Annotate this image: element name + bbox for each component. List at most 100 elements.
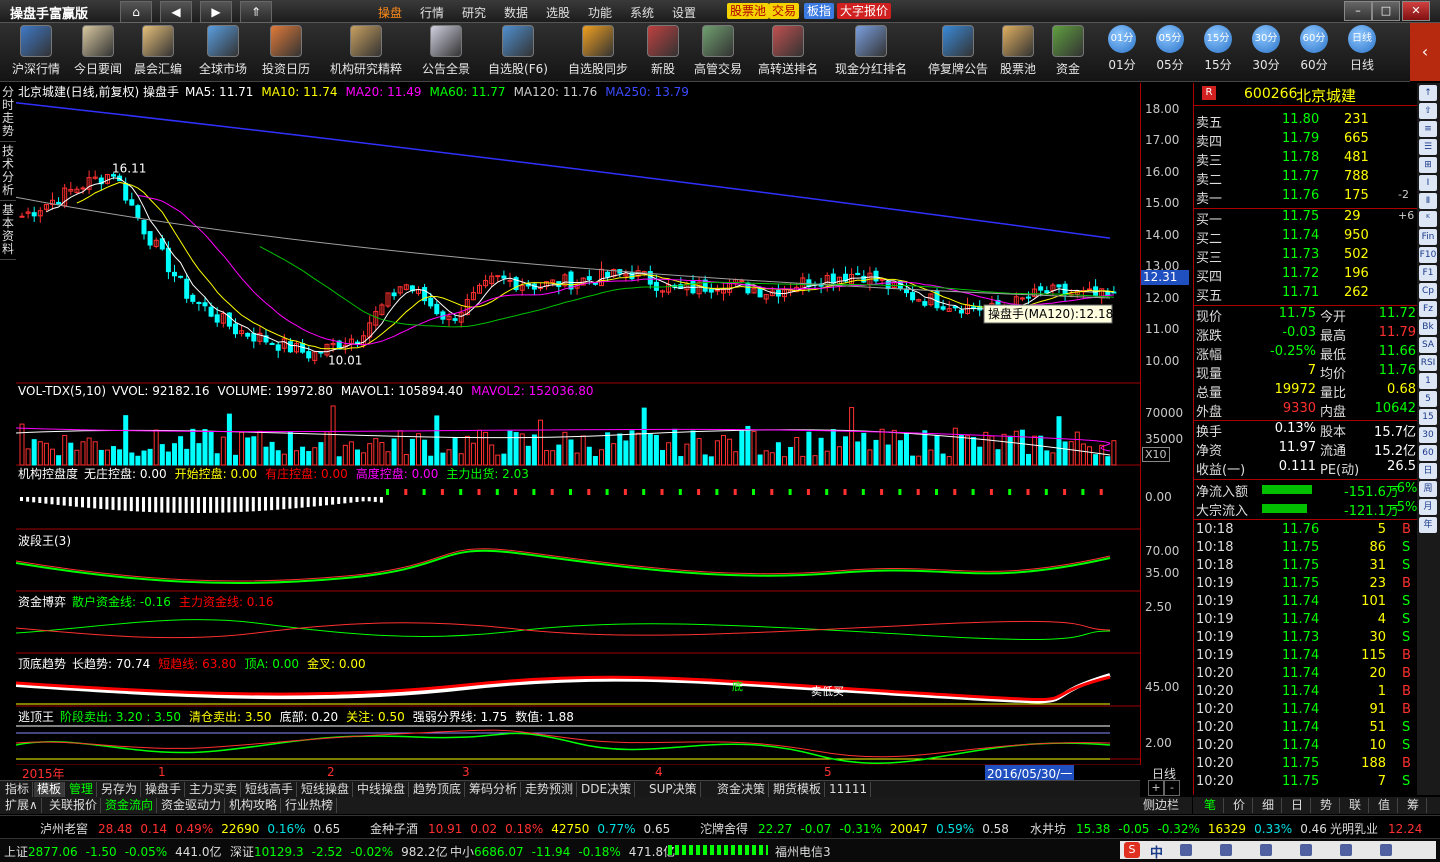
period-button-2[interactable]: 15分 15分 [1198, 25, 1238, 73]
zoom-in-button[interactable]: + [1148, 780, 1164, 796]
person-icon[interactable] [1300, 844, 1312, 856]
template-tab-15[interactable]: 期货模板 [770, 782, 826, 797]
extension-tab-0[interactable]: 扩展∧ [2, 798, 42, 813]
shirt-icon[interactable] [1340, 844, 1352, 856]
toolbar-button-6[interactable]: 公告全景 [416, 25, 476, 77]
strip-button-14[interactable]: SA [1419, 337, 1437, 353]
toolbar-button-0[interactable]: 沪深行情 [8, 25, 64, 77]
grid-icon[interactable] [1380, 844, 1392, 856]
template-tab-13[interactable]: SUP决策 [646, 782, 701, 797]
keyboard-icon[interactable] [1260, 844, 1272, 856]
template-tab-0[interactable]: 指标 [2, 782, 34, 797]
index-status[interactable]: 上证2877.06 -1.50 -0.05% 441.0亿 [4, 843, 222, 860]
strip-button-5[interactable]: Ⅰ [1419, 175, 1437, 191]
template-tab-1[interactable]: 模板 [34, 782, 66, 797]
strip-button-4[interactable]: ⊞ [1419, 157, 1437, 173]
strip-button-3[interactable]: ☰ [1419, 139, 1437, 155]
index-status[interactable]: 中小6686.07 -11.94 -0.18% 471.8亿 [450, 843, 675, 860]
strip-button-0[interactable]: ↑ [1419, 85, 1437, 101]
toolbar-button-4[interactable]: 投资日历 [258, 25, 314, 77]
toolbar-button-13[interactable]: 停复牌公告 [916, 25, 1000, 77]
left-tab-0[interactable]: 分时走势 [0, 83, 16, 142]
template-tab-11[interactable]: 走势预测 [522, 782, 578, 797]
strip-button-10[interactable]: F1 [1419, 265, 1437, 281]
strip-button-12[interactable]: Fz [1419, 301, 1437, 317]
home-button[interactable]: ⌂ [120, 1, 152, 23]
tag-button-1[interactable]: 交易 [769, 3, 800, 19]
period-button-3[interactable]: 30分 30分 [1246, 25, 1286, 73]
zoom-out-button[interactable]: - [1164, 780, 1180, 796]
ime-tray[interactable]: S中 [1120, 841, 1436, 861]
strip-button-21[interactable]: 日 [1419, 463, 1437, 479]
period-button-0[interactable]: 01分 01分 [1102, 25, 1142, 73]
menu-1[interactable]: 行情 [420, 4, 444, 21]
strip-button-23[interactable]: 月 [1419, 499, 1437, 515]
menu-2[interactable]: 研究 [462, 4, 486, 21]
toolbar-scroll-button[interactable]: ‹ [1410, 23, 1440, 81]
toolbar-button-5[interactable]: 机构研究精粹 [322, 25, 410, 77]
extension-tab-5[interactable]: 行业热榜 [282, 798, 338, 813]
toolbar-button-3[interactable]: 全球市场 [195, 25, 251, 77]
extension-tab-1[interactable]: 关联报价 [46, 798, 102, 813]
toolbar-button-10[interactable]: 高管交易 [690, 25, 746, 77]
strip-button-9[interactable]: F10 [1419, 247, 1437, 263]
strip-button-24[interactable]: 年 [1419, 517, 1437, 533]
strip-button-7[interactable]: ᴷ [1419, 211, 1437, 227]
quote-tab-4[interactable]: 势 [1313, 798, 1340, 813]
strip-button-16[interactable]: 1 [1419, 373, 1437, 389]
toolbar-button-7[interactable]: 自选股(F6) [482, 25, 554, 77]
strip-button-18[interactable]: 15 [1419, 409, 1437, 425]
minimize-button[interactable]: – [1344, 1, 1372, 21]
quote-tab-5[interactable]: 联 [1342, 798, 1369, 813]
maximize-button[interactable]: □ [1372, 1, 1400, 21]
strip-button-22[interactable]: 周 [1419, 481, 1437, 497]
strip-button-15[interactable]: RSI [1419, 355, 1437, 371]
template-tab-4[interactable]: 操盘手 [142, 782, 186, 797]
tag-button-3[interactable]: 大字报价 [837, 3, 892, 19]
strip-button-19[interactable]: 30 [1419, 427, 1437, 443]
template-tab-5[interactable]: 主力买卖 [186, 782, 242, 797]
toolbar-button-14[interactable]: 股票池 [992, 25, 1044, 77]
menu-5[interactable]: 功能 [588, 4, 612, 21]
strip-button-6[interactable]: Ⅱ [1419, 193, 1437, 209]
forward-button[interactable]: ▶ [200, 1, 232, 23]
menu-3[interactable]: 数据 [504, 4, 528, 21]
punct-icon[interactable] [1220, 844, 1232, 856]
extension-tab-4[interactable]: 机构攻略 [226, 798, 282, 813]
close-button[interactable]: ✕ [1402, 1, 1430, 21]
strip-button-8[interactable]: Fin [1419, 229, 1437, 245]
side-panel-toggle[interactable]: 侧边栏< [1140, 798, 1192, 827]
template-tab-7[interactable]: 短线操盘 [298, 782, 354, 797]
back-button[interactable]: ◀ [160, 1, 192, 23]
ticker-item[interactable]: 光明乳业 12.24 [1330, 820, 1440, 837]
tag-button-2[interactable]: 板指 [804, 3, 835, 19]
ticker-item[interactable]: 金种子酒 10.91 0.02 0.18% 42750 0.77% 0.65 [370, 820, 670, 837]
template-tab-2[interactable]: 管理 [66, 782, 98, 797]
quote-tab-3[interactable]: 日 [1284, 798, 1311, 813]
period-button-4[interactable]: 60分 60分 [1294, 25, 1334, 73]
menu-4[interactable]: 选股 [546, 4, 570, 21]
extension-tab-3[interactable]: 资金驱动力 [158, 798, 226, 813]
left-tab-2[interactable]: 基本资料 [0, 201, 16, 260]
collapse-button[interactable]: ⇑ [240, 1, 272, 23]
quote-tab-6[interactable]: 值 [1371, 798, 1398, 813]
extension-tab-2[interactable]: 资金流向 [102, 798, 158, 813]
quote-tab-0[interactable]: 笔 [1197, 798, 1224, 813]
toolbar-button-12[interactable]: 现金分红排名 [830, 25, 912, 77]
strip-button-11[interactable]: Cp [1419, 283, 1437, 299]
period-button-5[interactable]: 日线 日线 [1342, 25, 1382, 73]
toolbar-button-11[interactable]: 高转送排名 [752, 25, 824, 77]
ticker-item[interactable]: 沱牌舍得 22.27 -0.07 -0.31% 20047 0.59% 0.58 [700, 820, 1009, 837]
quote-tab-7[interactable]: 筹 [1400, 798, 1427, 813]
strip-button-2[interactable]: ≡ [1419, 121, 1437, 137]
template-tab-3[interactable]: 另存为 [98, 782, 142, 797]
quote-tab-2[interactable]: 细 [1255, 798, 1282, 813]
ticker-item[interactable]: 泸州老窖 28.48 0.14 0.49% 22690 0.16% 0.65 [40, 820, 340, 837]
tag-button-0[interactable]: 股票池 [727, 3, 770, 19]
template-tab-10[interactable]: 筹码分析 [466, 782, 522, 797]
toolbar-button-8[interactable]: 自选股同步 [560, 25, 636, 77]
strip-button-17[interactable]: 5 [1419, 391, 1437, 407]
ticker-item[interactable]: 水井坊 15.38 -0.05 -0.32% 16329 0.33% 0.46 [1030, 820, 1327, 837]
template-tab-6[interactable]: 短线高手 [242, 782, 298, 797]
template-tab-9[interactable]: 趋势顶底 [410, 782, 466, 797]
